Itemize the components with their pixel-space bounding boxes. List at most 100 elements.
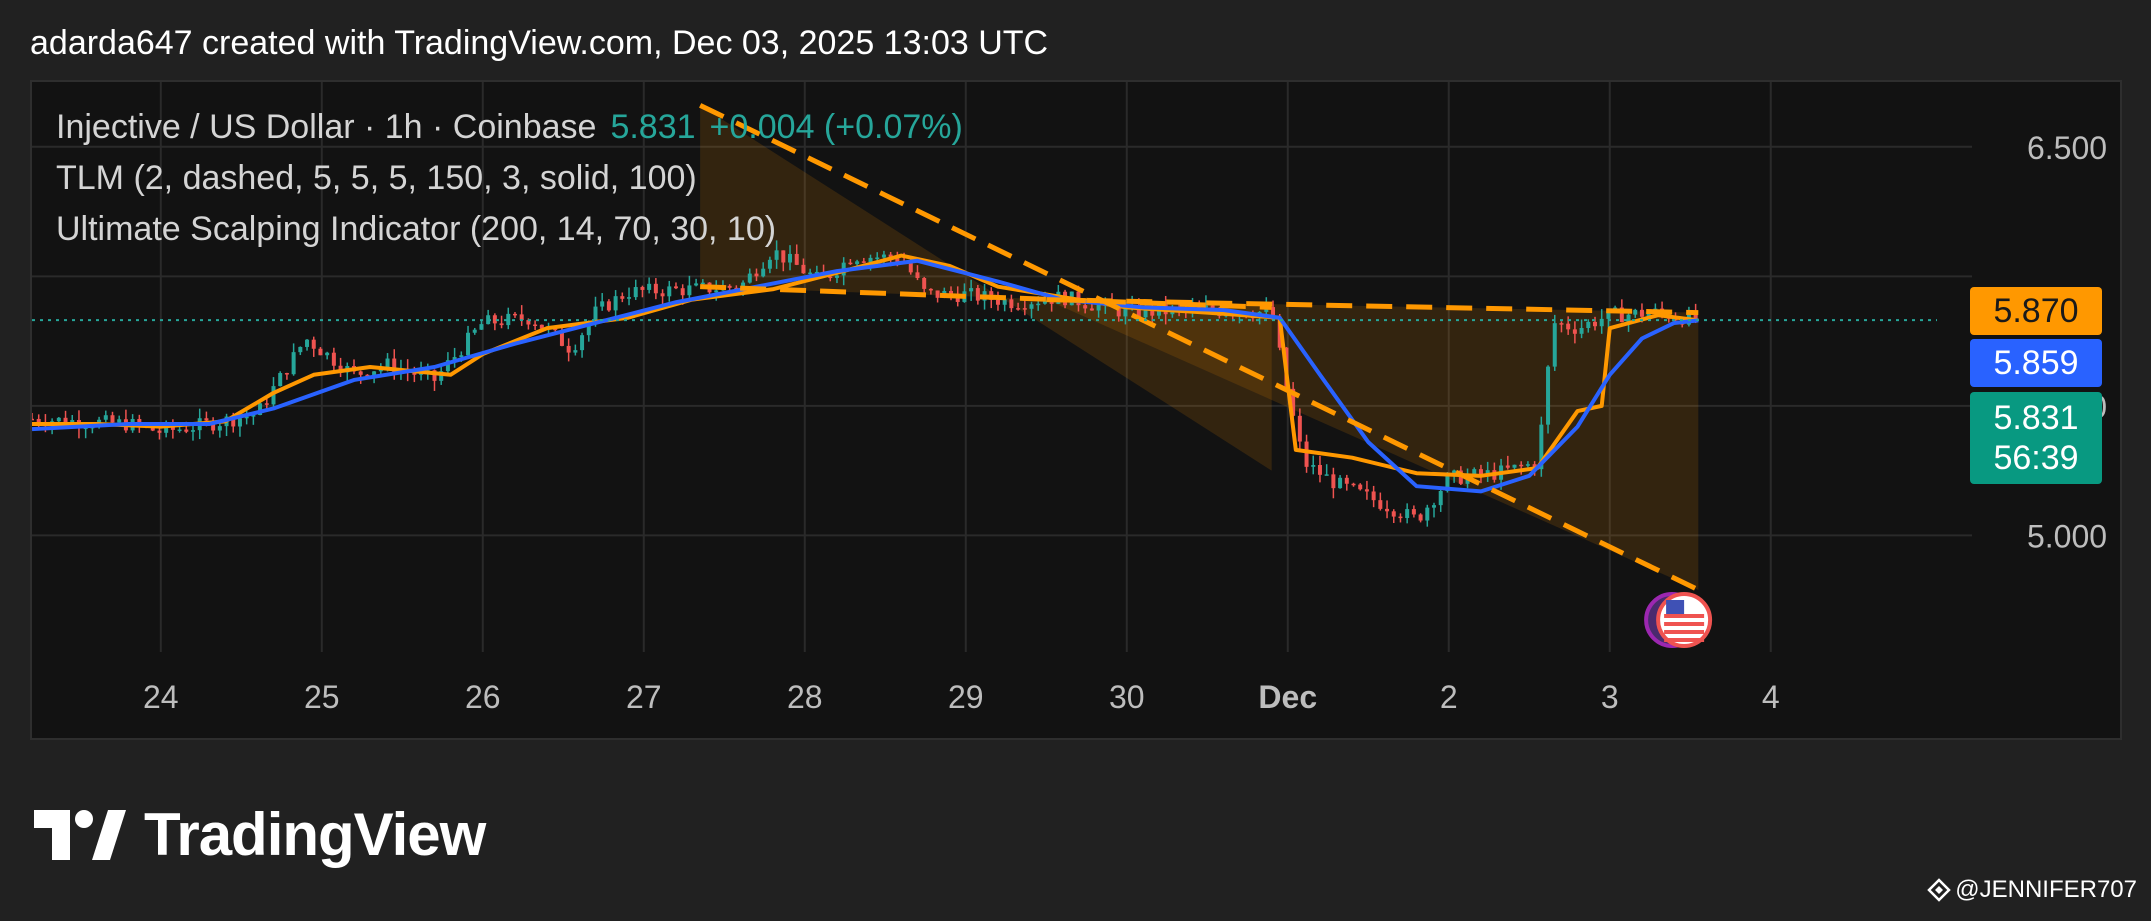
candle-body xyxy=(1311,464,1316,467)
candle-body xyxy=(647,283,652,290)
candle-body xyxy=(801,264,806,274)
x-tick-label: 2 xyxy=(1440,679,1458,715)
candle-body xyxy=(767,259,772,269)
candle-body xyxy=(1639,309,1644,317)
candle-body xyxy=(1579,328,1584,334)
watermark-handle: @JENNIFER707 xyxy=(1955,876,2137,903)
candle-body xyxy=(1317,464,1322,475)
legend-symbol-line[interactable]: Injective / US Dollar · 1h · Coinbase 5.8… xyxy=(56,108,963,147)
candle-body xyxy=(1358,484,1363,490)
flag-canton xyxy=(1666,600,1685,614)
candle-body xyxy=(928,288,933,291)
candle-body xyxy=(1096,304,1101,311)
candle-body xyxy=(110,415,115,423)
candle-body xyxy=(680,288,685,296)
candle-body xyxy=(633,287,638,298)
candle-body xyxy=(1089,308,1094,311)
x-tick-label: 29 xyxy=(948,679,984,715)
candle-body xyxy=(600,301,605,307)
candle-body xyxy=(1418,514,1423,521)
candle-body xyxy=(580,335,585,351)
x-tick-label: Dec xyxy=(1258,679,1317,715)
candle-body xyxy=(794,253,799,265)
candle-body xyxy=(915,272,920,279)
x-tick-label: 28 xyxy=(787,679,823,715)
candle-body xyxy=(264,403,269,405)
candle-body xyxy=(217,426,222,431)
candle-body xyxy=(922,278,927,289)
candle-body xyxy=(1385,508,1390,512)
x-tick-label: 27 xyxy=(626,679,662,715)
candle-body xyxy=(1438,491,1443,506)
author-watermark: @JENNIFER707 xyxy=(1927,876,2137,904)
candle-body xyxy=(747,273,752,283)
candle-body xyxy=(875,257,880,260)
candle-body xyxy=(667,286,672,297)
candle-body xyxy=(781,250,786,263)
candle-body xyxy=(1572,329,1577,334)
x-tick-label: 24 xyxy=(143,679,179,715)
x-tick-label: 25 xyxy=(304,679,340,715)
candle-body xyxy=(385,358,390,368)
y-tick-label: 6.500 xyxy=(2027,130,2107,166)
flag-stripe xyxy=(1664,622,1705,626)
candle-body xyxy=(1378,500,1383,509)
candle-body xyxy=(1016,308,1021,310)
candle-body xyxy=(1546,366,1551,425)
candle-body xyxy=(318,348,323,356)
candle-body xyxy=(694,283,699,286)
candle-body xyxy=(660,293,665,297)
candle-body xyxy=(855,261,860,265)
candle-body xyxy=(1559,323,1564,325)
candle-body xyxy=(358,371,363,375)
diamond-logo-icon xyxy=(1927,878,1952,902)
candle-body xyxy=(204,418,209,421)
y-tick-label: 5.000 xyxy=(2027,518,2107,554)
candle-body xyxy=(1405,509,1410,518)
candle-body xyxy=(1425,507,1430,521)
candle-body xyxy=(754,273,759,277)
candle-body xyxy=(1371,491,1376,501)
candle-body xyxy=(1331,474,1336,489)
candle-body xyxy=(1344,477,1349,484)
candle-body xyxy=(278,373,283,387)
candle-body xyxy=(1304,441,1309,467)
candle-body xyxy=(1566,323,1571,330)
candle-body xyxy=(1593,321,1598,327)
candle-body xyxy=(700,282,705,285)
candle-body xyxy=(1432,505,1437,508)
candle-body xyxy=(848,262,853,265)
candle-body xyxy=(640,287,645,290)
candle-body xyxy=(808,272,813,275)
candle-body xyxy=(32,418,34,421)
candle-body xyxy=(190,430,195,432)
candle-body xyxy=(512,313,517,316)
candle-body xyxy=(499,323,504,326)
candle-body xyxy=(774,250,779,260)
legend-indicator-tlm[interactable]: TLM (2, dashed, 5, 5, 5, 150, 3, solid, … xyxy=(56,159,697,198)
candle-body xyxy=(653,283,658,294)
candle-body xyxy=(1009,299,1014,309)
candle-body xyxy=(1036,303,1041,306)
candle-body xyxy=(606,301,611,311)
candle-body xyxy=(1505,465,1510,468)
candle-body xyxy=(727,285,732,288)
candle-body xyxy=(479,324,484,330)
candle-body xyxy=(1022,308,1027,310)
flag-stripe xyxy=(1664,630,1705,634)
event-marker-layer xyxy=(1644,592,1713,648)
price-tag-orange: 5.870 xyxy=(1970,287,2102,335)
current-price-label: 5.831 xyxy=(1993,399,2079,437)
legend-indicator-scalping[interactable]: Ultimate Scalping Indicator (200, 14, 70… xyxy=(56,210,776,249)
flag-stripe xyxy=(1664,614,1705,618)
candle-body xyxy=(761,268,766,277)
x-tick-label: 26 xyxy=(465,679,501,715)
candle-body xyxy=(1338,477,1343,489)
chart-panel[interactable]: 24252627282930Dec2346.5005.5005.000 Inje… xyxy=(30,80,2122,740)
candle-body xyxy=(103,415,108,420)
tradingview-wordmark: TradingView xyxy=(144,801,486,868)
legend-change: +0.004 (+0.07%) xyxy=(709,108,963,146)
candle-body xyxy=(1552,323,1557,367)
candle-body xyxy=(1398,516,1403,519)
candle-body xyxy=(1525,464,1530,466)
